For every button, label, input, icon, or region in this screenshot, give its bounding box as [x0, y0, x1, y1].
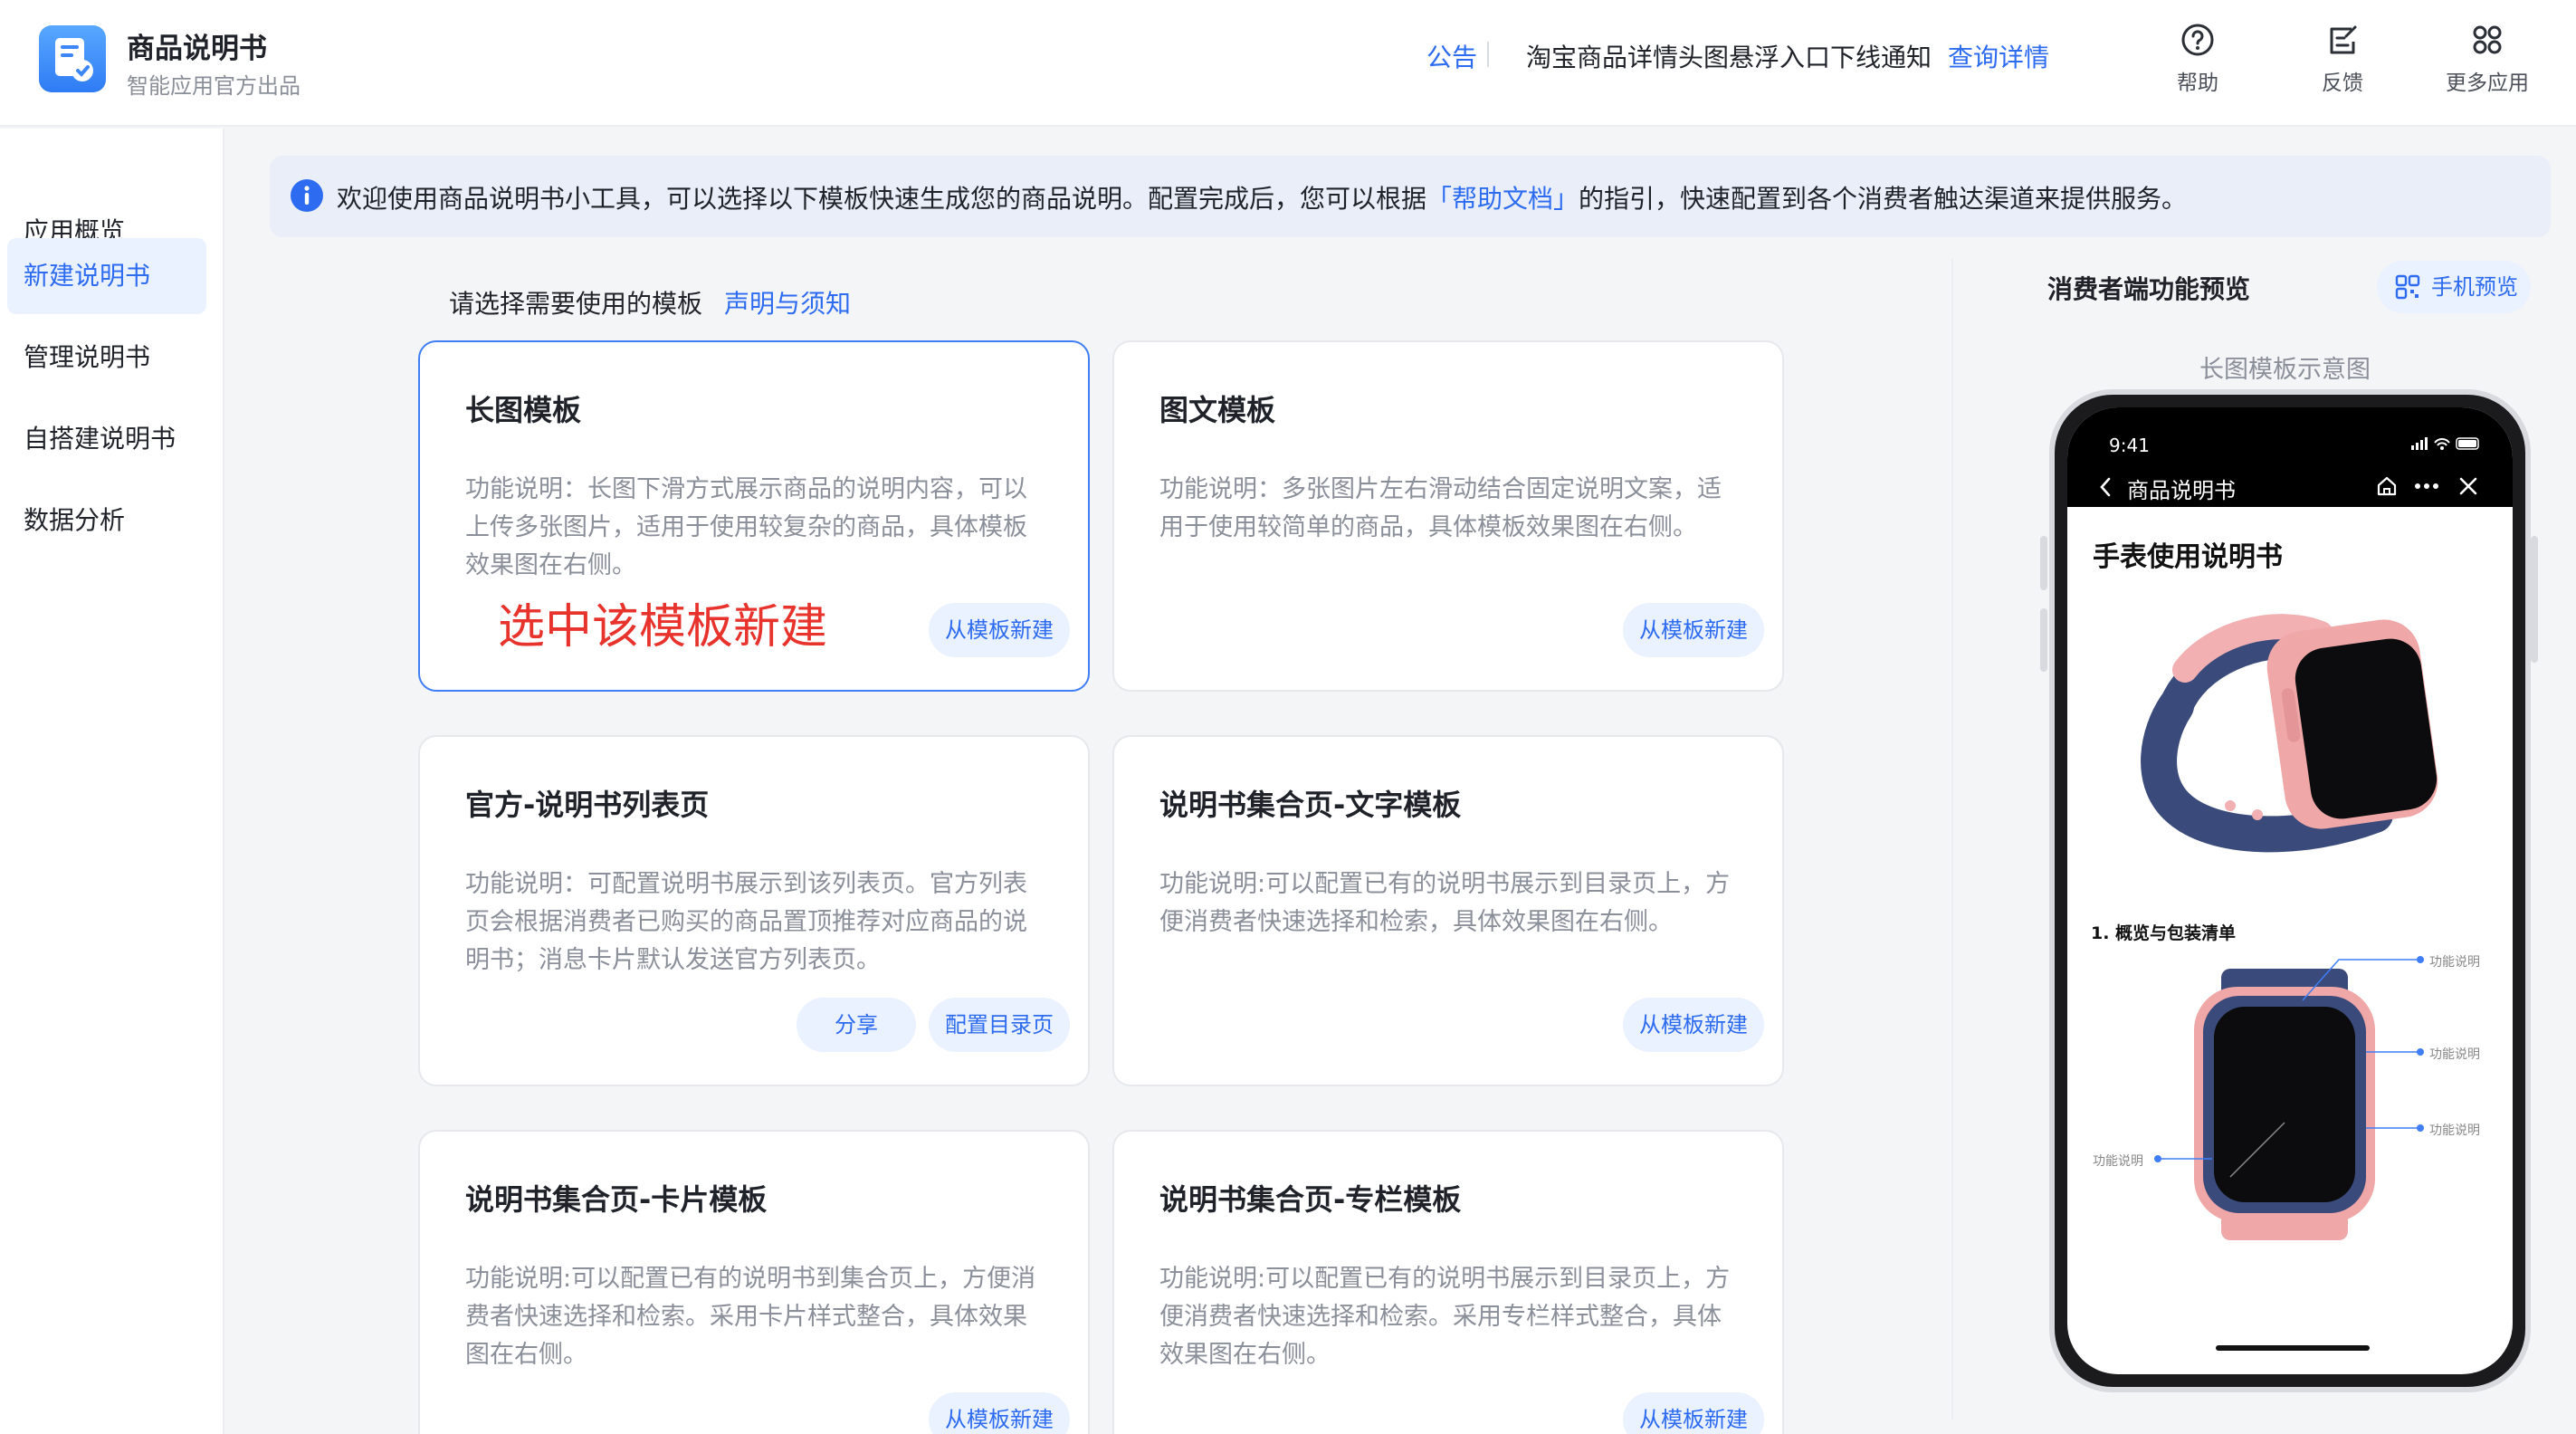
- red-annotation-text: 选中该模板新建: [498, 600, 828, 655]
- phone-home-indicator: [2216, 1345, 2370, 1351]
- feedback-label: 反馈: [2322, 72, 2363, 95]
- card-title: 说明书集合页-专栏模板: [1159, 1182, 1462, 1217]
- template-card-collection-column[interactable]: 说明书集合页-专栏模板 功能说明:可以配置已有的说明书展示到目录页上，方便消费者…: [1112, 1130, 1784, 1434]
- help-label: 帮助: [2177, 72, 2218, 95]
- share-button[interactable]: 分享: [797, 998, 916, 1052]
- more-apps-button[interactable]: 更多应用: [2433, 22, 2542, 103]
- template-card-official-list[interactable]: 官方-说明书列表页 功能说明：可配置说明书展示到该列表页。官方列表页会根据消费者…: [418, 735, 1090, 1086]
- sidebar: 应用概览 新建说明书 管理说明书 自搭建说明书 数据分析: [0, 129, 224, 1434]
- sidebar-item-data-analysis[interactable]: 数据分析: [7, 483, 206, 559]
- sidebar-item-manage-manual[interactable]: 管理说明书: [7, 320, 206, 396]
- template-card-collection-text[interactable]: 说明书集合页-文字模板 功能说明:可以配置已有的说明书展示到目录页上，方便消费者…: [1112, 735, 1784, 1086]
- phone-nav-title: 商品说明书: [2127, 478, 2236, 503]
- card-description: 功能说明:可以配置已有的说明书展示到目录页上，方便消费者快速选择和检索，具体效果…: [1159, 870, 1731, 936]
- sidebar-item-new-manual[interactable]: 新建说明书: [7, 238, 206, 314]
- create-from-template-button[interactable]: 从模板新建: [929, 1392, 1070, 1434]
- card-description: 功能说明：可配置说明书展示到该列表页。官方列表页会根据消费者已购买的商品置顶推荐…: [465, 870, 1027, 974]
- phone-content-heading: 手表使用说明书: [2093, 541, 2283, 573]
- banner-text-before: 欢迎使用商品说明书小工具，可以选择以下模板快速生成您的商品说明。配置完成后，您可…: [337, 184, 1427, 214]
- help-button[interactable]: 帮助: [2143, 22, 2252, 103]
- notice-divider: [1487, 42, 1489, 67]
- card-description: 功能说明：长图下滑方式展示商品的说明内容，可以上传多张图片，适用于使用较复杂的商…: [465, 475, 1027, 579]
- preview-subtitle: 长图模板示意图: [2199, 356, 2371, 384]
- qr-code-icon: [2395, 274, 2420, 300]
- card-description: 功能说明：多张图片左右滑动结合固定说明文案，适用于使用较简单的商品，具体模板效果…: [1159, 475, 1722, 541]
- phone-status-bar: 9:41 商品说明书: [2067, 407, 2513, 507]
- card-title: 说明书集合页-卡片模板: [465, 1182, 768, 1217]
- banner-text-after: 的指引，快速配置到各个消费者触达渠道来提供服务。: [1579, 184, 2188, 214]
- card-title: 说明书集合页-文字模板: [1159, 788, 1462, 822]
- close-icon: [2459, 477, 2477, 495]
- phone-mockup: 9:41 商品说明书 手表使用说明书 1. 概览与包装清单 功能说明 功能说明 …: [2049, 389, 2531, 1392]
- card-description: 功能说明:可以配置已有的说明书展示到目录页上，方便消费者快速选择和检索。采用专栏…: [1159, 1265, 1731, 1369]
- info-banner: 欢迎使用商品说明书小工具，可以选择以下模板快速生成您的商品说明。配置完成后，您可…: [270, 156, 2551, 237]
- info-icon: [291, 179, 323, 212]
- template-card-collection-card[interactable]: 说明书集合页-卡片模板 功能说明:可以配置已有的说明书到集合页上，方便消费者快速…: [418, 1130, 1090, 1434]
- feedback-edit-icon: [2330, 25, 2357, 54]
- app-logo-icon: [39, 25, 106, 92]
- annotation-label: 功能说明: [2429, 955, 2480, 970]
- top-header: 商品说明书 智能应用官方出品 公告 淘宝商品详情头图悬浮入口下线通知 查询详情 …: [0, 0, 2576, 127]
- phone-side-button: [2040, 536, 2047, 590]
- phone-preview-button[interactable]: 手机预览: [2377, 261, 2531, 313]
- annotation-label: 功能说明: [2429, 1123, 2480, 1138]
- app-title: 商品说明书: [127, 33, 267, 65]
- create-from-template-button[interactable]: 从模板新建: [1623, 603, 1764, 657]
- card-title: 图文模板: [1159, 393, 1276, 427]
- notice-detail-link[interactable]: 查询详情: [1948, 38, 2049, 74]
- card-title: 官方-说明书列表页: [465, 788, 710, 822]
- configure-catalog-button[interactable]: 配置目录页: [929, 998, 1070, 1052]
- statement-notice-link[interactable]: 声明与须知: [724, 284, 851, 320]
- create-from-template-button[interactable]: 从模板新建: [929, 603, 1070, 657]
- notice-label[interactable]: 公告: [1426, 38, 1477, 74]
- card-title: 长图模板: [465, 393, 582, 427]
- create-from-template-button[interactable]: 从模板新建: [1623, 1392, 1764, 1434]
- signal-wifi-battery-icon: [2411, 437, 2479, 450]
- help-doc-link[interactable]: 「帮助文档」: [1426, 184, 1579, 214]
- preview-divider: [1951, 259, 1953, 1420]
- app-subtitle: 智能应用官方出品: [127, 73, 301, 99]
- apps-grid-icon: [2473, 25, 2502, 54]
- create-from-template-button[interactable]: 从模板新建: [1623, 998, 1764, 1052]
- template-card-image-text[interactable]: 图文模板 功能说明：多张图片左右滑动结合固定说明文案，适用于使用较简单的商品，具…: [1112, 340, 1784, 692]
- preview-title: 消费者端功能预览: [2047, 274, 2251, 304]
- template-card-long-image[interactable]: 长图模板 功能说明：长图下滑方式展示商品的说明内容，可以上传多张图片，适用于使用…: [418, 340, 1090, 692]
- feedback-button[interactable]: 反馈: [2288, 22, 2397, 103]
- template-section-title: 请选择需要使用的模板: [449, 289, 703, 319]
- banner-text: 欢迎使用商品说明书小工具，可以选择以下模板快速生成您的商品说明。配置完成后，您可…: [337, 179, 2187, 215]
- sidebar-item-custom-manual[interactable]: 自搭建说明书: [7, 401, 206, 477]
- notice-text[interactable]: 淘宝商品详情头图悬浮入口下线通知: [1526, 38, 1932, 74]
- more-dots-icon: [2415, 483, 2438, 489]
- card-description: 功能说明:可以配置已有的说明书到集合页上，方便消费者快速选择和检索。采用卡片样式…: [465, 1265, 1036, 1369]
- help-circle-icon: [2181, 24, 2214, 56]
- more-apps-label: 更多应用: [2446, 72, 2529, 95]
- phone-side-button: [2040, 608, 2047, 672]
- phone-side-button: [2531, 536, 2538, 663]
- home-icon: [2377, 476, 2397, 496]
- phone-screen: 9:41 商品说明书 手表使用说明书 1. 概览与包装清单 功能说明 功能说明 …: [2067, 407, 2513, 1374]
- annotation-label: 功能说明: [2429, 1047, 2480, 1062]
- phone-preview-label: 手机预览: [2431, 274, 2518, 300]
- watch-side-view-image: [2141, 614, 2438, 853]
- phone-nav-bar: 商品说明书: [2067, 467, 2513, 507]
- back-chevron-icon: [2100, 477, 2111, 497]
- phone-time: 9:41: [2109, 435, 2150, 456]
- annotation-label: 功能说明: [2093, 1154, 2143, 1169]
